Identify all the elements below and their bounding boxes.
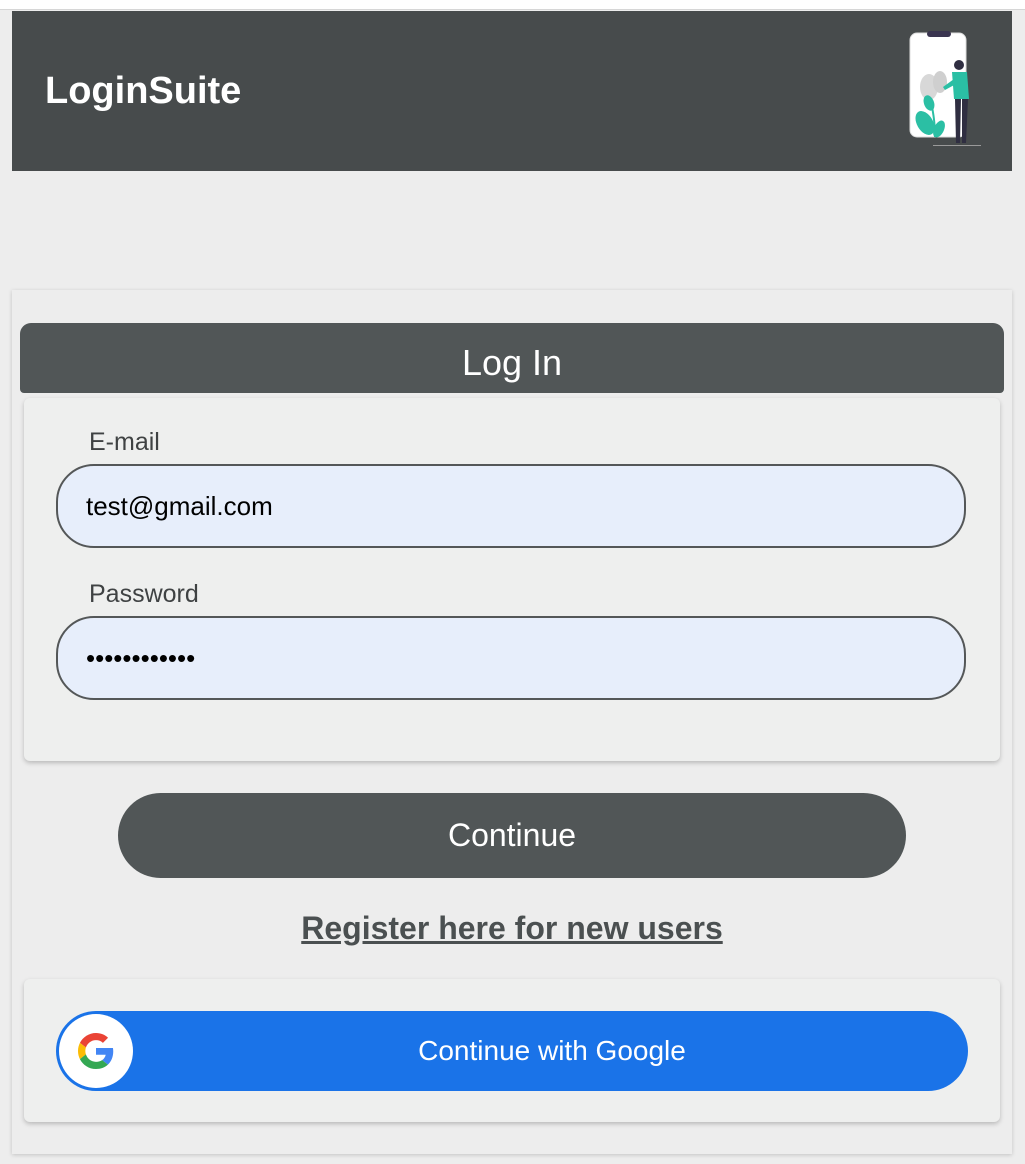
phone-notch bbox=[927, 31, 951, 37]
email-field[interactable] bbox=[56, 464, 966, 548]
person-with-phone-illustration bbox=[909, 31, 981, 146]
login-card: Log In E-mail Password Continue Register… bbox=[12, 290, 1012, 1154]
continue-button[interactable]: Continue bbox=[118, 793, 906, 878]
app-header: LoginSuite bbox=[12, 11, 1012, 171]
google-signin-button[interactable]: Continue with Google bbox=[56, 1011, 968, 1091]
email-label: E-mail bbox=[89, 428, 160, 456]
brand-title: LoginSuite bbox=[45, 70, 242, 112]
browser-top-edge bbox=[0, 0, 1025, 10]
credentials-form: E-mail Password bbox=[24, 398, 1000, 761]
ground-line bbox=[933, 145, 981, 146]
register-link[interactable]: Register here for new users bbox=[12, 910, 1012, 947]
password-field[interactable] bbox=[56, 616, 966, 700]
social-login-panel: Continue with Google bbox=[24, 979, 1000, 1122]
password-label: Password bbox=[89, 580, 199, 608]
login-title: Log In bbox=[20, 323, 1004, 393]
person-torso bbox=[952, 72, 969, 99]
google-logo-container bbox=[59, 1014, 133, 1088]
google-signin-label: Continue with Google bbox=[418, 1035, 686, 1066]
person-head bbox=[954, 60, 964, 70]
google-g-icon bbox=[78, 1033, 114, 1069]
